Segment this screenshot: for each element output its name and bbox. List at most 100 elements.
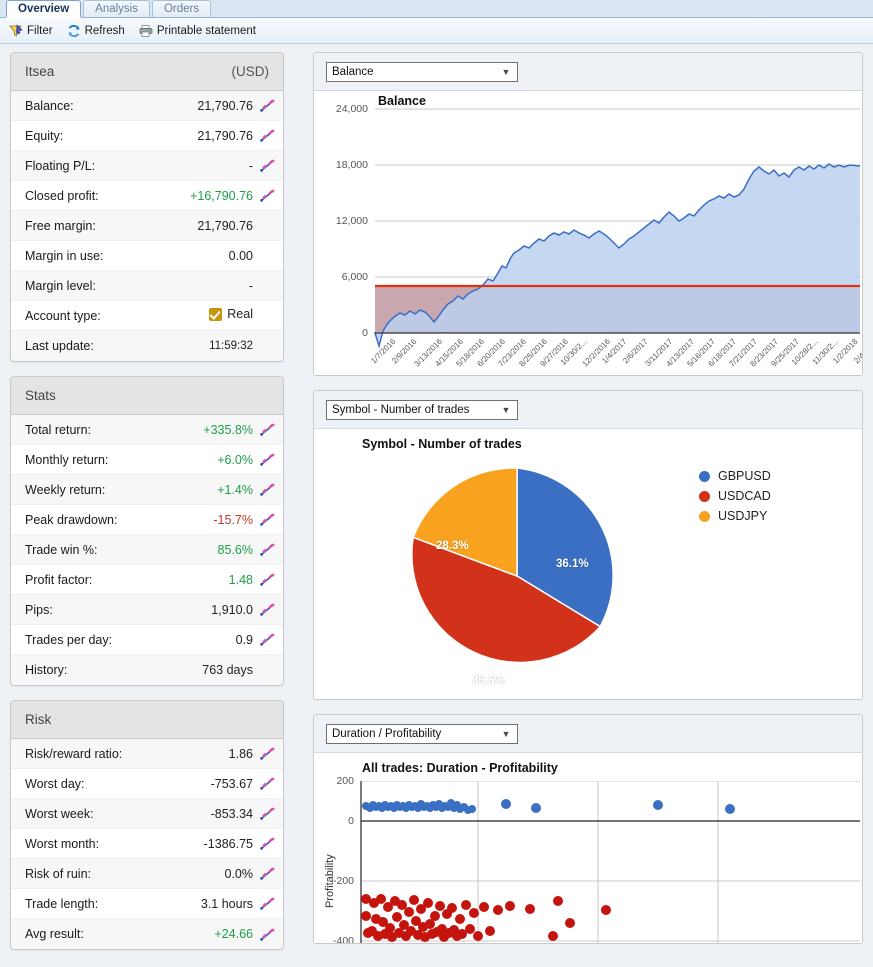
pie-chart-plot (411, 467, 614, 664)
table-row: Avg result: +24.66 (11, 919, 283, 949)
printer-icon (139, 24, 153, 38)
legend-item[interactable]: USDJPY (699, 506, 771, 526)
table-row: Floating P/L: - (11, 151, 283, 181)
chart-icon[interactable] (253, 99, 275, 112)
action-toolbar: Filter Refresh Printable statement (0, 18, 873, 44)
stats-title: Stats (25, 388, 56, 403)
row-value: +335.8% (203, 422, 253, 437)
filter-label: Filter (27, 24, 53, 37)
chart-icon[interactable] (253, 633, 275, 646)
legend-color-dot (699, 490, 710, 502)
balance-chart-header: Balance ▼ (314, 53, 862, 91)
refresh-button[interactable]: Refresh (67, 24, 125, 38)
table-row: Free margin: 21,790.76 (11, 211, 283, 241)
row-label: Margin in use: (25, 248, 104, 263)
row-value: 21,790.76 (197, 98, 253, 113)
pie-chart-title: Symbol - Number of trades (362, 437, 522, 451)
y-tick-label: 0 (362, 327, 368, 339)
printable-statement-button[interactable]: Printable statement (139, 24, 256, 38)
trading-dashboard: Overview Analysis Orders Filter Refresh … (0, 0, 873, 967)
row-label: Equity: (25, 128, 64, 143)
legend-color-dot (699, 470, 710, 482)
row-label: Peak drawdown: (25, 512, 118, 527)
chevron-down-icon: ▼ (501, 66, 511, 77)
left-column: Itsea (USD) Balance: 21,790.76 Equity: 2… (10, 52, 284, 964)
balance-chart-card: Balance ▼ Balance 24,000 18,000 12,000 6… (313, 52, 863, 376)
symbol-pie-header: Symbol - Number of trades ▼ (314, 391, 862, 429)
table-row: History: 763 days (11, 655, 283, 685)
pie-chart-select[interactable]: Symbol - Number of trades ▼ (326, 399, 518, 420)
duration-profitability-body: All trades: Duration - Profitability 200… (314, 753, 862, 943)
chart-icon[interactable] (253, 129, 275, 142)
chart-icon[interactable] (253, 867, 275, 880)
legend-item[interactable]: USDCAD (699, 486, 771, 506)
legend-label: USDJPY (718, 509, 768, 523)
chart-icon[interactable] (253, 189, 275, 202)
scatter-chart-title: All trades: Duration - Profitability (362, 761, 558, 775)
tab-analysis[interactable]: Analysis (83, 0, 150, 17)
table-row: Trade length: 3.1 hours (11, 889, 283, 919)
row-label: Trade win %: (25, 542, 98, 557)
balance-chart-select[interactable]: Balance ▼ (326, 61, 518, 82)
row-label: Weekly return: (25, 482, 106, 497)
row-label: Closed profit: (25, 188, 99, 203)
pie-chart-select-value: Symbol - Number of trades (332, 403, 470, 416)
row-label: Profit factor: (25, 572, 93, 587)
row-label: Avg result: (25, 927, 84, 941)
filter-icon (9, 23, 23, 38)
table-row: Worst month: -1386.75 (11, 829, 283, 859)
account-type-value: Real (227, 307, 253, 322)
main-tab-bar: Overview Analysis Orders (0, 0, 873, 18)
row-value: 1,910.0 (211, 602, 253, 617)
chart-icon[interactable] (253, 573, 275, 586)
risk-panel: Risk Risk/reward ratio: 1.86 Worst day: … (10, 700, 284, 950)
pie-slice-label-gbpusd: 36.1% (556, 558, 589, 570)
row-label: Last update: (25, 339, 94, 353)
row-label: Margin level: (25, 278, 96, 293)
legend-label: GBPUSD (718, 469, 771, 483)
chart-icon[interactable] (253, 543, 275, 556)
chart-icon[interactable] (253, 423, 275, 436)
row-label: Risk/reward ratio: (25, 746, 123, 761)
chart-icon[interactable] (253, 928, 275, 941)
table-row: Risk of ruin: 0.0% (11, 859, 283, 889)
y-tick-label: 24,000 (335, 103, 368, 115)
table-row: Trades per day: 0.9 (11, 625, 283, 655)
table-row: Trade win %: 85.6% (11, 535, 283, 565)
print-label: Printable statement (156, 24, 256, 37)
stats-panel: Stats Total return: +335.8% Monthly retu… (10, 376, 284, 686)
row-value: +24.66 (214, 927, 253, 941)
chart-icon[interactable] (253, 483, 275, 496)
chart-icon[interactable] (253, 603, 275, 616)
row-value: 0.9 (235, 632, 253, 647)
table-row: Pips: 1,910.0 (11, 595, 283, 625)
chevron-down-icon: ▼ (501, 404, 511, 415)
chart-icon[interactable] (253, 837, 275, 850)
chart-icon[interactable] (253, 807, 275, 820)
row-label: Risk of ruin: (25, 866, 91, 881)
risk-title: Risk (25, 712, 52, 727)
legend-item[interactable]: GBPUSD (699, 466, 771, 486)
filter-button[interactable]: Filter (9, 23, 53, 38)
tab-overview[interactable]: Overview (6, 0, 82, 17)
symbol-pie-body: Symbol - Number of trades 36.1% 35.5% 28… (314, 429, 862, 699)
chart-icon[interactable] (253, 747, 275, 760)
row-value: 1.86 (228, 746, 253, 761)
symbol-pie-card: Symbol - Number of trades ▼ Symbol - Num… (313, 390, 863, 700)
table-row: Equity: 21,790.76 (11, 121, 283, 151)
scatter-chart-select[interactable]: Duration / Profitability ▼ (326, 723, 518, 744)
balance-chart-body: Balance 24,000 18,000 12,000 6,000 0 1/7… (314, 91, 862, 375)
y-tick-label: 200 (336, 775, 354, 787)
refresh-icon (67, 24, 81, 38)
row-label: Balance: (25, 98, 74, 113)
table-row: Worst day: -753.67 (11, 769, 283, 799)
chart-icon[interactable] (253, 777, 275, 790)
tab-orders[interactable]: Orders (151, 0, 212, 17)
chart-icon[interactable] (253, 453, 275, 466)
refresh-label: Refresh (84, 24, 125, 37)
chart-icon[interactable] (253, 897, 275, 910)
y-tick-label: 0 (348, 815, 354, 827)
chart-icon[interactable] (253, 513, 275, 526)
pie-chart-legend: GBPUSD USDCAD USDJPY (699, 466, 771, 526)
chart-icon[interactable] (253, 159, 275, 172)
